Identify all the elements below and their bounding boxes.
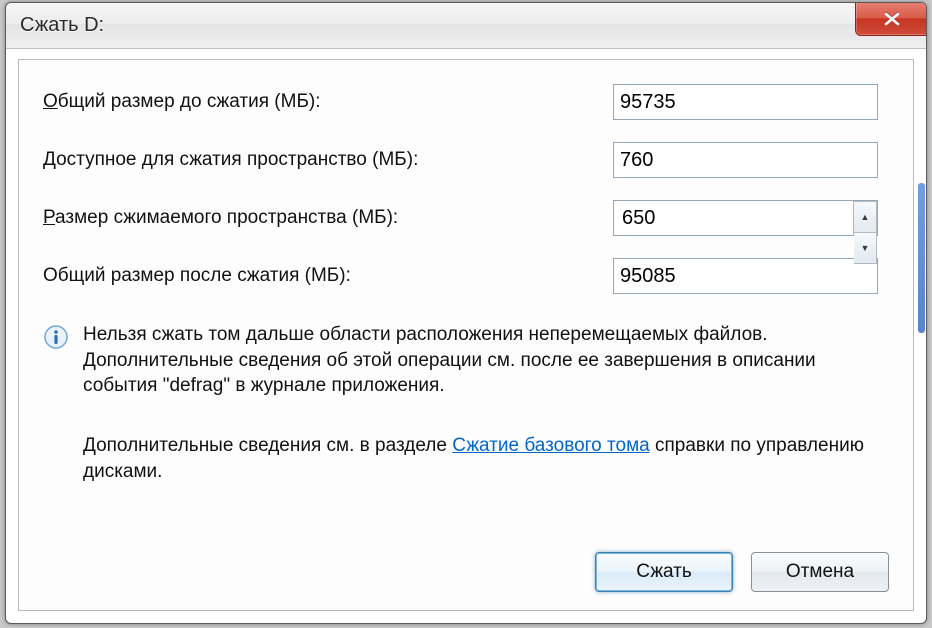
window-title: Сжать D: — [20, 14, 104, 37]
row-total-after: Общий размер после сжатия (МБ): 95085 — [43, 258, 889, 294]
row-shrink-amount: Размер сжимаемого пространства (МБ): ▲ ▼ — [43, 200, 889, 236]
info-icon — [43, 324, 69, 350]
close-button[interactable] — [855, 2, 927, 36]
label-shrink-amount: Размер сжимаемого пространства (МБ): — [43, 207, 613, 229]
scrollbar-hint — [918, 183, 925, 333]
dialog-window: Сжать D: Общий размер до сжатия (МБ): 95… — [5, 2, 927, 624]
label-total-after: Общий размер после сжатия (МБ): — [43, 265, 613, 287]
value-available: 760 — [613, 142, 878, 178]
dialog-footer: Сжать Отмена — [43, 536, 889, 592]
shrink-volume-help-link[interactable]: Сжатие базового тома — [452, 435, 650, 456]
info-text-2: Дополнительные сведения см. в разделе Сж… — [83, 433, 889, 484]
label-total-before: Общий размер до сжатия (МБ): — [43, 91, 613, 113]
label-available: Доступное для сжатия пространство (МБ): — [43, 149, 613, 171]
info-text: Нельзя сжать том дальше области располож… — [83, 322, 889, 399]
value-total-before: 95735 — [613, 84, 878, 120]
row-total-before: Общий размер до сжатия (МБ): 95735 — [43, 84, 889, 120]
info-block: Нельзя сжать том дальше области располож… — [43, 322, 889, 399]
spinner-down[interactable]: ▼ — [854, 232, 877, 264]
cancel-button[interactable]: Отмена — [751, 552, 889, 592]
value-total-after: 95085 — [613, 258, 878, 294]
shrink-button[interactable]: Сжать — [595, 552, 733, 592]
row-available: Доступное для сжатия пространство (МБ): … — [43, 142, 889, 178]
spinner-buttons: ▲ ▼ — [853, 201, 877, 235]
client-area: Общий размер до сжатия (МБ): 95735 Досту… — [18, 59, 914, 611]
close-icon — [882, 12, 902, 26]
shrink-amount-field[interactable]: ▲ ▼ — [613, 200, 878, 236]
spinner-up[interactable]: ▲ — [854, 201, 877, 232]
shrink-amount-input[interactable] — [620, 204, 849, 234]
titlebar: Сжать D: — [6, 3, 926, 49]
